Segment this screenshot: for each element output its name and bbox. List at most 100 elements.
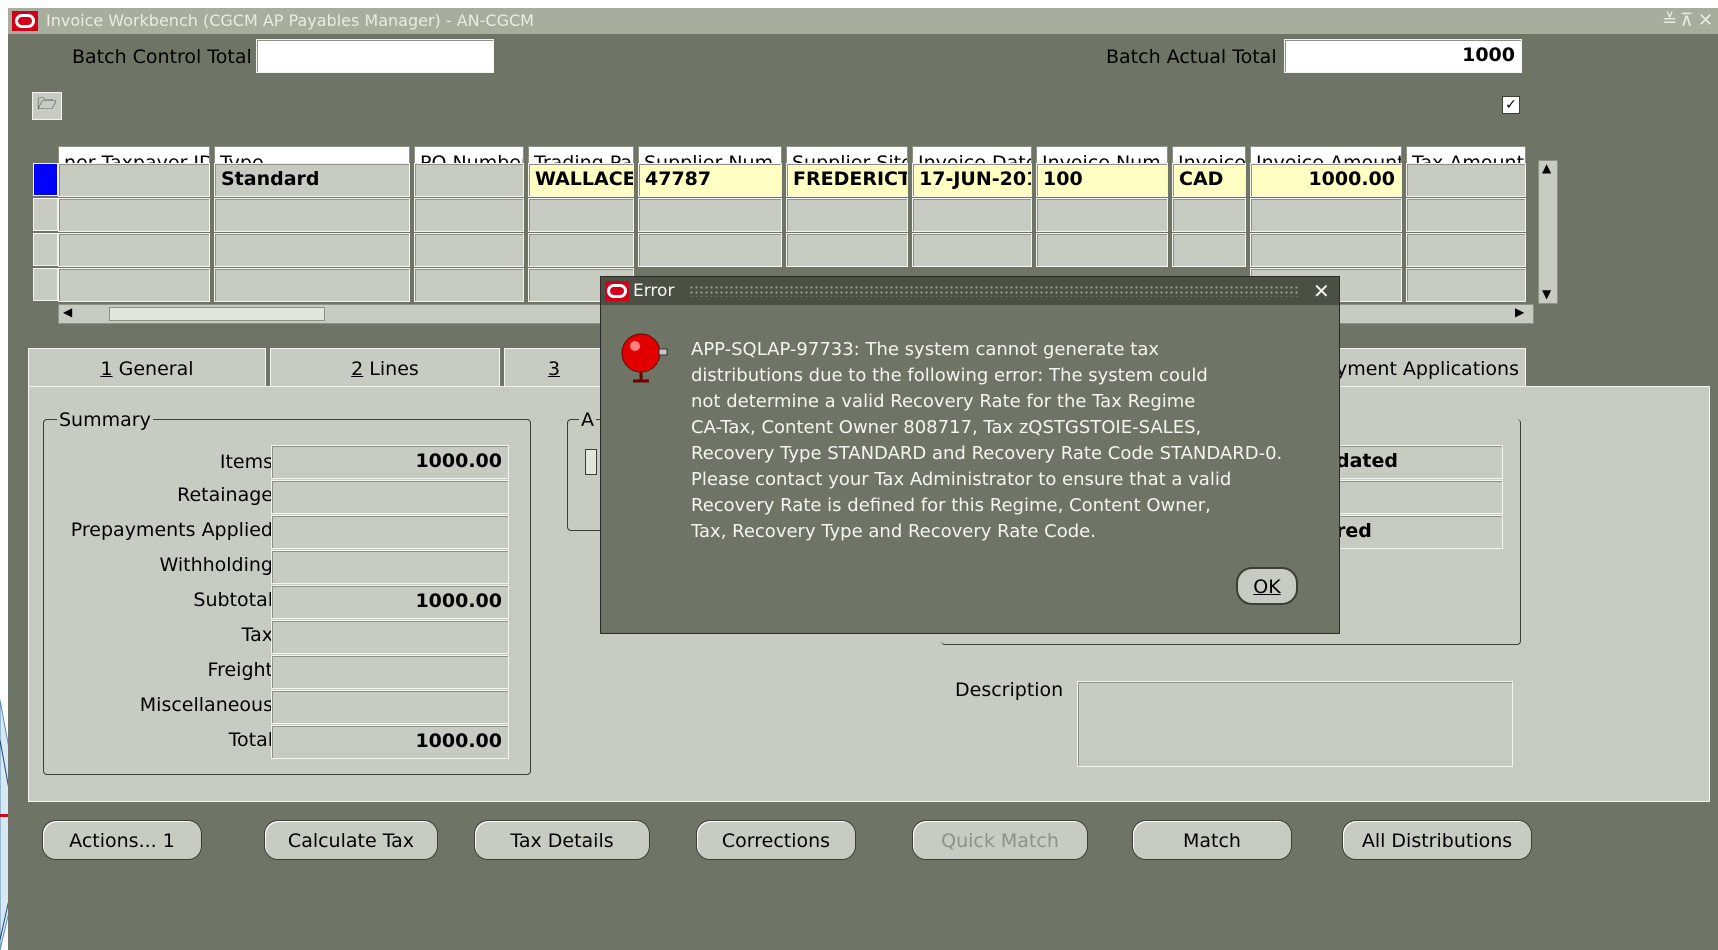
table-cell[interactable]	[414, 233, 524, 267]
actions-button[interactable]: Actions... 1	[42, 820, 202, 860]
table-cell[interactable]	[414, 198, 524, 232]
match-button[interactable]: Match	[1132, 820, 1292, 860]
summary-freight-field[interactable]	[271, 655, 509, 689]
row-selector[interactable]	[33, 198, 58, 231]
ok-button[interactable]: OK	[1236, 567, 1298, 605]
cell-trading-partner[interactable]: WALLACE	[528, 163, 634, 197]
checkbox-checked-icon[interactable]: ✓	[1502, 96, 1520, 114]
summary-label-withholding: Withholding	[159, 554, 273, 576]
status-accounted-field[interactable]: red	[1329, 515, 1503, 549]
table-cell[interactable]	[786, 233, 908, 267]
batch-actual-total-field[interactable]: 1000	[1284, 39, 1522, 73]
summary-label-freight: Freight	[207, 659, 273, 681]
error-dialog-title-bar[interactable]: Error ✕	[601, 277, 1339, 305]
vertical-scrollbar[interactable]: ▲ ▼	[1538, 160, 1558, 304]
row-selector[interactable]	[33, 268, 58, 301]
batch-actual-total-label: Batch Actual Total	[1106, 46, 1277, 68]
error-dialog: Error ✕ APP-SQLAP-97733: The system cann…	[600, 276, 1340, 634]
table-cell[interactable]	[1406, 268, 1526, 302]
table-cell[interactable]	[1406, 198, 1526, 232]
table-cell[interactable]	[912, 233, 1032, 267]
summary-label-items: Items	[219, 451, 273, 473]
table-cell[interactable]	[1172, 233, 1246, 267]
all-distributions-button[interactable]: All Distributions	[1342, 820, 1532, 860]
table-cell[interactable]	[214, 268, 410, 302]
title-bar: Invoice Workbench (CGCM AP Payables Mana…	[8, 8, 1718, 34]
cell-tax-amount[interactable]	[1406, 163, 1526, 197]
close-icon[interactable]: ✕	[1313, 279, 1330, 303]
scroll-right-icon[interactable]: ▶	[1515, 305, 1524, 319]
cell-invoice-currency[interactable]: CAD	[1172, 163, 1246, 197]
error-message: APP-SQLAP-97733: The system cannot gener…	[691, 339, 1283, 542]
maximize-icon[interactable]: ⊼	[1680, 10, 1693, 31]
table-cell[interactable]	[214, 198, 410, 232]
partial-field[interactable]	[585, 449, 597, 475]
summary-subtotal-field[interactable]: 1000.00	[271, 585, 509, 619]
summary-label-tax: Tax	[241, 624, 273, 646]
table-cell[interactable]	[528, 198, 634, 232]
table-cell[interactable]	[1406, 233, 1526, 267]
tax-details-button[interactable]: Tax Details	[474, 820, 650, 860]
row-selector[interactable]	[33, 233, 58, 266]
summary-items-field[interactable]: 1000.00	[271, 445, 509, 479]
table-cell[interactable]	[1250, 233, 1402, 267]
description-field[interactable]	[1077, 681, 1513, 767]
summary-retainage-field[interactable]	[271, 480, 509, 514]
summary-miscellaneous-field[interactable]	[271, 690, 509, 724]
summary-label-subtotal: Subtotal	[193, 589, 273, 611]
status-approval-field[interactable]	[1329, 480, 1503, 514]
status-validation-field[interactable]: dated	[1329, 445, 1503, 479]
corrections-button[interactable]: Corrections	[696, 820, 856, 860]
table-cell[interactable]	[58, 268, 210, 302]
tab-3[interactable]: 3	[504, 348, 604, 388]
cell-po-number[interactable]	[414, 163, 524, 197]
summary-withholding-field[interactable]	[271, 550, 509, 584]
cell-taxpayer-id[interactable]	[58, 163, 210, 197]
scroll-up-icon[interactable]: ▲	[1542, 161, 1551, 175]
window-title: Invoice Workbench (CGCM AP Payables Mana…	[46, 11, 534, 30]
batch-control-total-label: Batch Control Total	[72, 46, 252, 68]
tab-general[interactable]: 1 General	[28, 348, 266, 388]
cell-invoice-date[interactable]: 17-JUN-2011	[912, 163, 1032, 197]
scroll-down-icon[interactable]: ▼	[1542, 287, 1551, 301]
summary-prepayments-field[interactable]	[271, 515, 509, 549]
minimize-icon[interactable]: ≚	[1662, 10, 1677, 31]
cell-invoice-amount[interactable]: 1000.00	[1250, 163, 1402, 197]
table-cell[interactable]	[638, 198, 782, 232]
table-cell[interactable]	[1036, 198, 1168, 232]
summary-total-field[interactable]: 1000.00	[271, 725, 509, 759]
row-selector-active[interactable]	[33, 163, 58, 196]
table-cell[interactable]	[786, 198, 908, 232]
table-cell[interactable]	[1172, 198, 1246, 232]
batch-control-total-field[interactable]	[256, 39, 494, 73]
table-cell[interactable]	[1036, 233, 1168, 267]
tab-lines-mnemonic: 2	[351, 358, 364, 380]
cell-invoice-num[interactable]: 100	[1036, 163, 1168, 197]
description-label: Description	[955, 679, 1064, 701]
summary-tax-field[interactable]	[271, 620, 509, 654]
table-cell[interactable]	[214, 233, 410, 267]
tab-lines[interactable]: 2 Lines	[270, 348, 500, 388]
table-cell[interactable]	[912, 198, 1032, 232]
tab-lines-label: Lines	[363, 358, 419, 380]
cell-supplier-num[interactable]: 47787	[638, 163, 782, 197]
table-cell[interactable]	[58, 198, 210, 232]
tab-prepayment-applications[interactable]: ayment Applications	[1318, 348, 1526, 388]
tab-general-mnemonic: 1	[100, 358, 113, 380]
cell-type[interactable]: Standard	[214, 163, 410, 197]
quick-match-button[interactable]: Quick Match	[912, 820, 1088, 860]
cell-supplier-site[interactable]: FREDERICT	[786, 163, 908, 197]
summary-label-retainage: Retainage	[177, 484, 273, 506]
calculate-tax-button[interactable]: Calculate Tax	[264, 820, 438, 860]
scroll-thumb[interactable]	[109, 307, 325, 321]
folder-icon[interactable]: 🗁	[32, 92, 62, 120]
table-cell[interactable]	[58, 233, 210, 267]
close-icon[interactable]: ✕	[1698, 10, 1713, 31]
alarm-bell-icon	[621, 333, 668, 383]
scroll-left-icon[interactable]: ◀	[63, 305, 72, 319]
table-cell[interactable]	[414, 268, 524, 302]
tab-general-label: General	[112, 358, 194, 380]
table-cell[interactable]	[528, 233, 634, 267]
table-cell[interactable]	[1250, 198, 1402, 232]
table-cell[interactable]	[638, 233, 782, 267]
